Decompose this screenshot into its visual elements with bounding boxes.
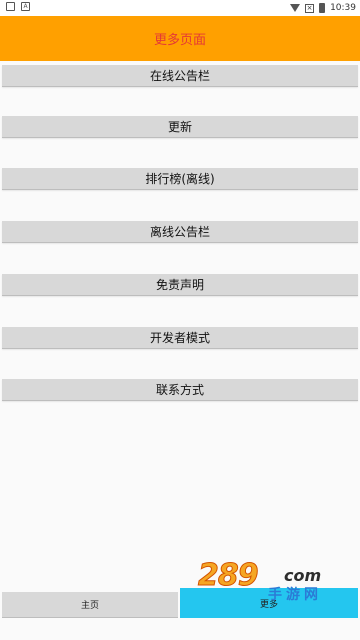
online-bulletin-button[interactable]: 在线公告栏 (2, 65, 358, 87)
battery-icon (319, 3, 326, 13)
status-bar: A × 10:39 (0, 0, 360, 16)
wifi-icon (290, 4, 301, 12)
tab-home[interactable]: 主页 (2, 592, 178, 618)
page-title: 更多页面 (153, 33, 206, 48)
developer-mode-button[interactable]: 开发者模式 (2, 327, 358, 349)
tab-more[interactable]: 更多 (180, 588, 358, 618)
app-notification-icon (6, 2, 15, 11)
leaderboard-offline-button[interactable]: 排行榜(离线) (2, 168, 358, 190)
contact-button[interactable]: 联系方式 (2, 379, 358, 401)
update-button[interactable]: 更新 (2, 116, 358, 138)
download-notification-icon: A (21, 2, 30, 11)
header-bar: 更多页面 (0, 16, 360, 61)
watermark-suffix: com (284, 566, 322, 585)
offline-bulletin-button[interactable]: 离线公告栏 (2, 221, 358, 243)
no-sim-icon: × (305, 3, 315, 13)
status-time: 10:39 (330, 3, 356, 13)
disclaimer-button[interactable]: 免责声明 (2, 274, 358, 296)
